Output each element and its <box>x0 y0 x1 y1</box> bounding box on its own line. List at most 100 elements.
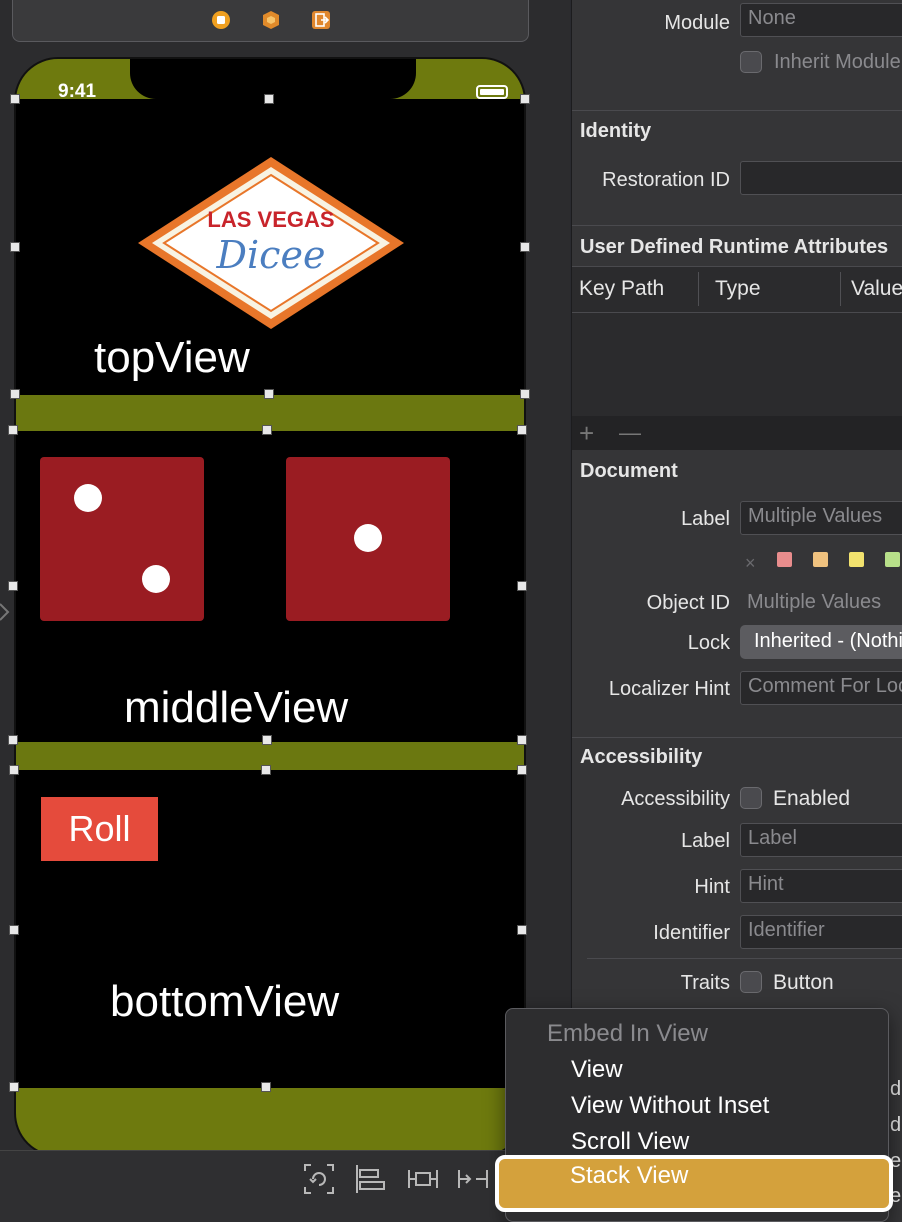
accessibility-label: Accessibility <box>621 788 730 810</box>
logo-title: LAS VEGAS <box>207 207 335 232</box>
localizer-hint-field[interactable]: Comment For Localizer <box>740 671 902 705</box>
restoration-id-field[interactable] <box>740 161 902 195</box>
udra-col-type[interactable]: Type <box>715 277 761 301</box>
a11y-label-field[interactable]: Label <box>740 823 902 857</box>
resize-handle[interactable] <box>517 925 527 935</box>
col-separator <box>840 272 841 306</box>
module-label: Module <box>664 12 730 34</box>
resize-handle[interactable] <box>262 735 272 745</box>
resize-handle[interactable] <box>520 94 530 104</box>
traits-label: Traits <box>680 972 730 994</box>
resize-handle[interactable] <box>10 242 20 252</box>
localizer-hint-label: Localizer Hint <box>608 678 730 700</box>
resize-handle[interactable] <box>264 94 274 104</box>
module-field[interactable]: None <box>740 3 902 37</box>
col-separator <box>698 272 699 306</box>
update-frames-icon[interactable] <box>302 1162 336 1196</box>
resize-handle[interactable] <box>517 765 527 775</box>
resize-handle[interactable] <box>8 735 18 745</box>
a11y-label-label: Label <box>681 830 730 852</box>
resize-handle[interactable] <box>8 425 18 435</box>
resize-handle[interactable] <box>10 94 20 104</box>
color-swatch-green[interactable] <box>885 552 900 567</box>
a11y-identifier-label: Identifier <box>653 922 730 944</box>
lock-label: Lock <box>687 632 730 654</box>
logo-subtitle: Dicee <box>216 233 326 277</box>
stack-view-label: Stack View <box>570 1162 689 1189</box>
pip <box>74 484 102 512</box>
divider <box>572 312 902 313</box>
first-responder-icon[interactable] <box>261 10 281 30</box>
divider <box>572 110 902 111</box>
color-swatch-red[interactable] <box>777 552 792 567</box>
bottom-view-label: bottomView <box>110 977 340 1026</box>
resize-handle[interactable] <box>517 425 527 435</box>
resize-handle[interactable] <box>517 581 527 591</box>
dicee-logo: LAS VEGAS Dicee <box>136 155 406 331</box>
segue-arrow-icon <box>0 602 10 622</box>
object-id-value: Multiple Values <box>747 591 882 613</box>
lock-popup[interactable]: Inherited - (Nothing) <box>740 625 902 659</box>
clear-color-icon[interactable]: × <box>745 553 756 574</box>
iphone-frame: 9:41 LAS VEGAS Dicee topView middleView <box>14 57 526 1157</box>
resize-handle[interactable] <box>10 389 20 399</box>
accessibility-header: Accessibility <box>580 746 703 768</box>
menu-item-view[interactable]: View <box>506 1052 888 1088</box>
notch <box>130 59 416 99</box>
a11y-hint-field[interactable]: Hint <box>740 869 902 903</box>
document-label-label: Label <box>681 508 730 530</box>
resize-handle[interactable] <box>9 925 19 935</box>
add-constraints-icon[interactable] <box>406 1162 440 1196</box>
divider-strip <box>16 742 524 770</box>
truncated-trait: d <box>890 1078 902 1100</box>
storyboard-canvas: 9:41 LAS VEGAS Dicee topView middleView <box>0 0 570 1222</box>
scene-dock <box>12 0 529 42</box>
resize-handle[interactable] <box>9 1082 19 1092</box>
top-view-label: topView <box>94 333 250 382</box>
trait-button-checkbox[interactable] <box>740 971 762 993</box>
document-header: Document <box>580 460 678 482</box>
color-swatch-orange[interactable] <box>813 552 828 567</box>
accessibility-enabled-label: Enabled <box>773 787 851 810</box>
color-swatch-yellow[interactable] <box>849 552 864 567</box>
udra-col-keypath[interactable]: Key Path <box>579 277 664 301</box>
resize-handle[interactable] <box>9 765 19 775</box>
remove-attribute-button[interactable]: — <box>619 420 641 446</box>
resolve-issues-icon[interactable] <box>456 1162 490 1196</box>
identity-header: Identity <box>580 120 652 142</box>
roll-button[interactable]: Roll <box>41 797 158 861</box>
resize-handle[interactable] <box>264 389 274 399</box>
resize-handle[interactable] <box>8 581 18 591</box>
resize-handle[interactable] <box>520 242 530 252</box>
menu-item-view-without-inset[interactable]: View Without Inset <box>506 1088 888 1124</box>
accessibility-enabled-checkbox[interactable] <box>740 787 762 809</box>
view-controller-icon[interactable] <box>211 10 231 30</box>
dice-image-left[interactable] <box>40 457 204 621</box>
resize-handle[interactable] <box>262 425 272 435</box>
battery-icon <box>476 85 508 99</box>
inherit-module-checkbox[interactable] <box>740 51 762 73</box>
inherit-module-label: Inherit Module From Target <box>774 51 902 73</box>
add-attribute-button[interactable]: + <box>579 418 594 449</box>
divider <box>572 225 902 226</box>
menu-item-stack-view[interactable]: Stack View <box>495 1155 893 1212</box>
document-label-field[interactable]: Multiple Values <box>740 501 902 535</box>
dice-image-right[interactable] <box>286 457 450 621</box>
truncated-trait: d <box>890 1114 902 1136</box>
a11y-hint-label: Hint <box>694 876 730 898</box>
object-id-label: Object ID <box>646 592 730 614</box>
divider <box>587 958 902 959</box>
pip <box>354 524 382 552</box>
align-icon[interactable] <box>354 1162 388 1196</box>
udra-col-value[interactable]: Value <box>851 277 902 301</box>
a11y-identifier-field[interactable]: Identifier <box>740 915 902 949</box>
restoration-id-label: Restoration ID <box>602 169 730 191</box>
exit-icon[interactable] <box>311 10 331 30</box>
resize-handle[interactable] <box>261 1082 271 1092</box>
resize-handle[interactable] <box>520 389 530 399</box>
resize-handle[interactable] <box>517 735 527 745</box>
resize-handle[interactable] <box>261 765 271 775</box>
trait-button-label: Button <box>773 971 834 994</box>
divider <box>572 737 902 738</box>
udra-header: User Defined Runtime Attributes <box>580 236 889 258</box>
